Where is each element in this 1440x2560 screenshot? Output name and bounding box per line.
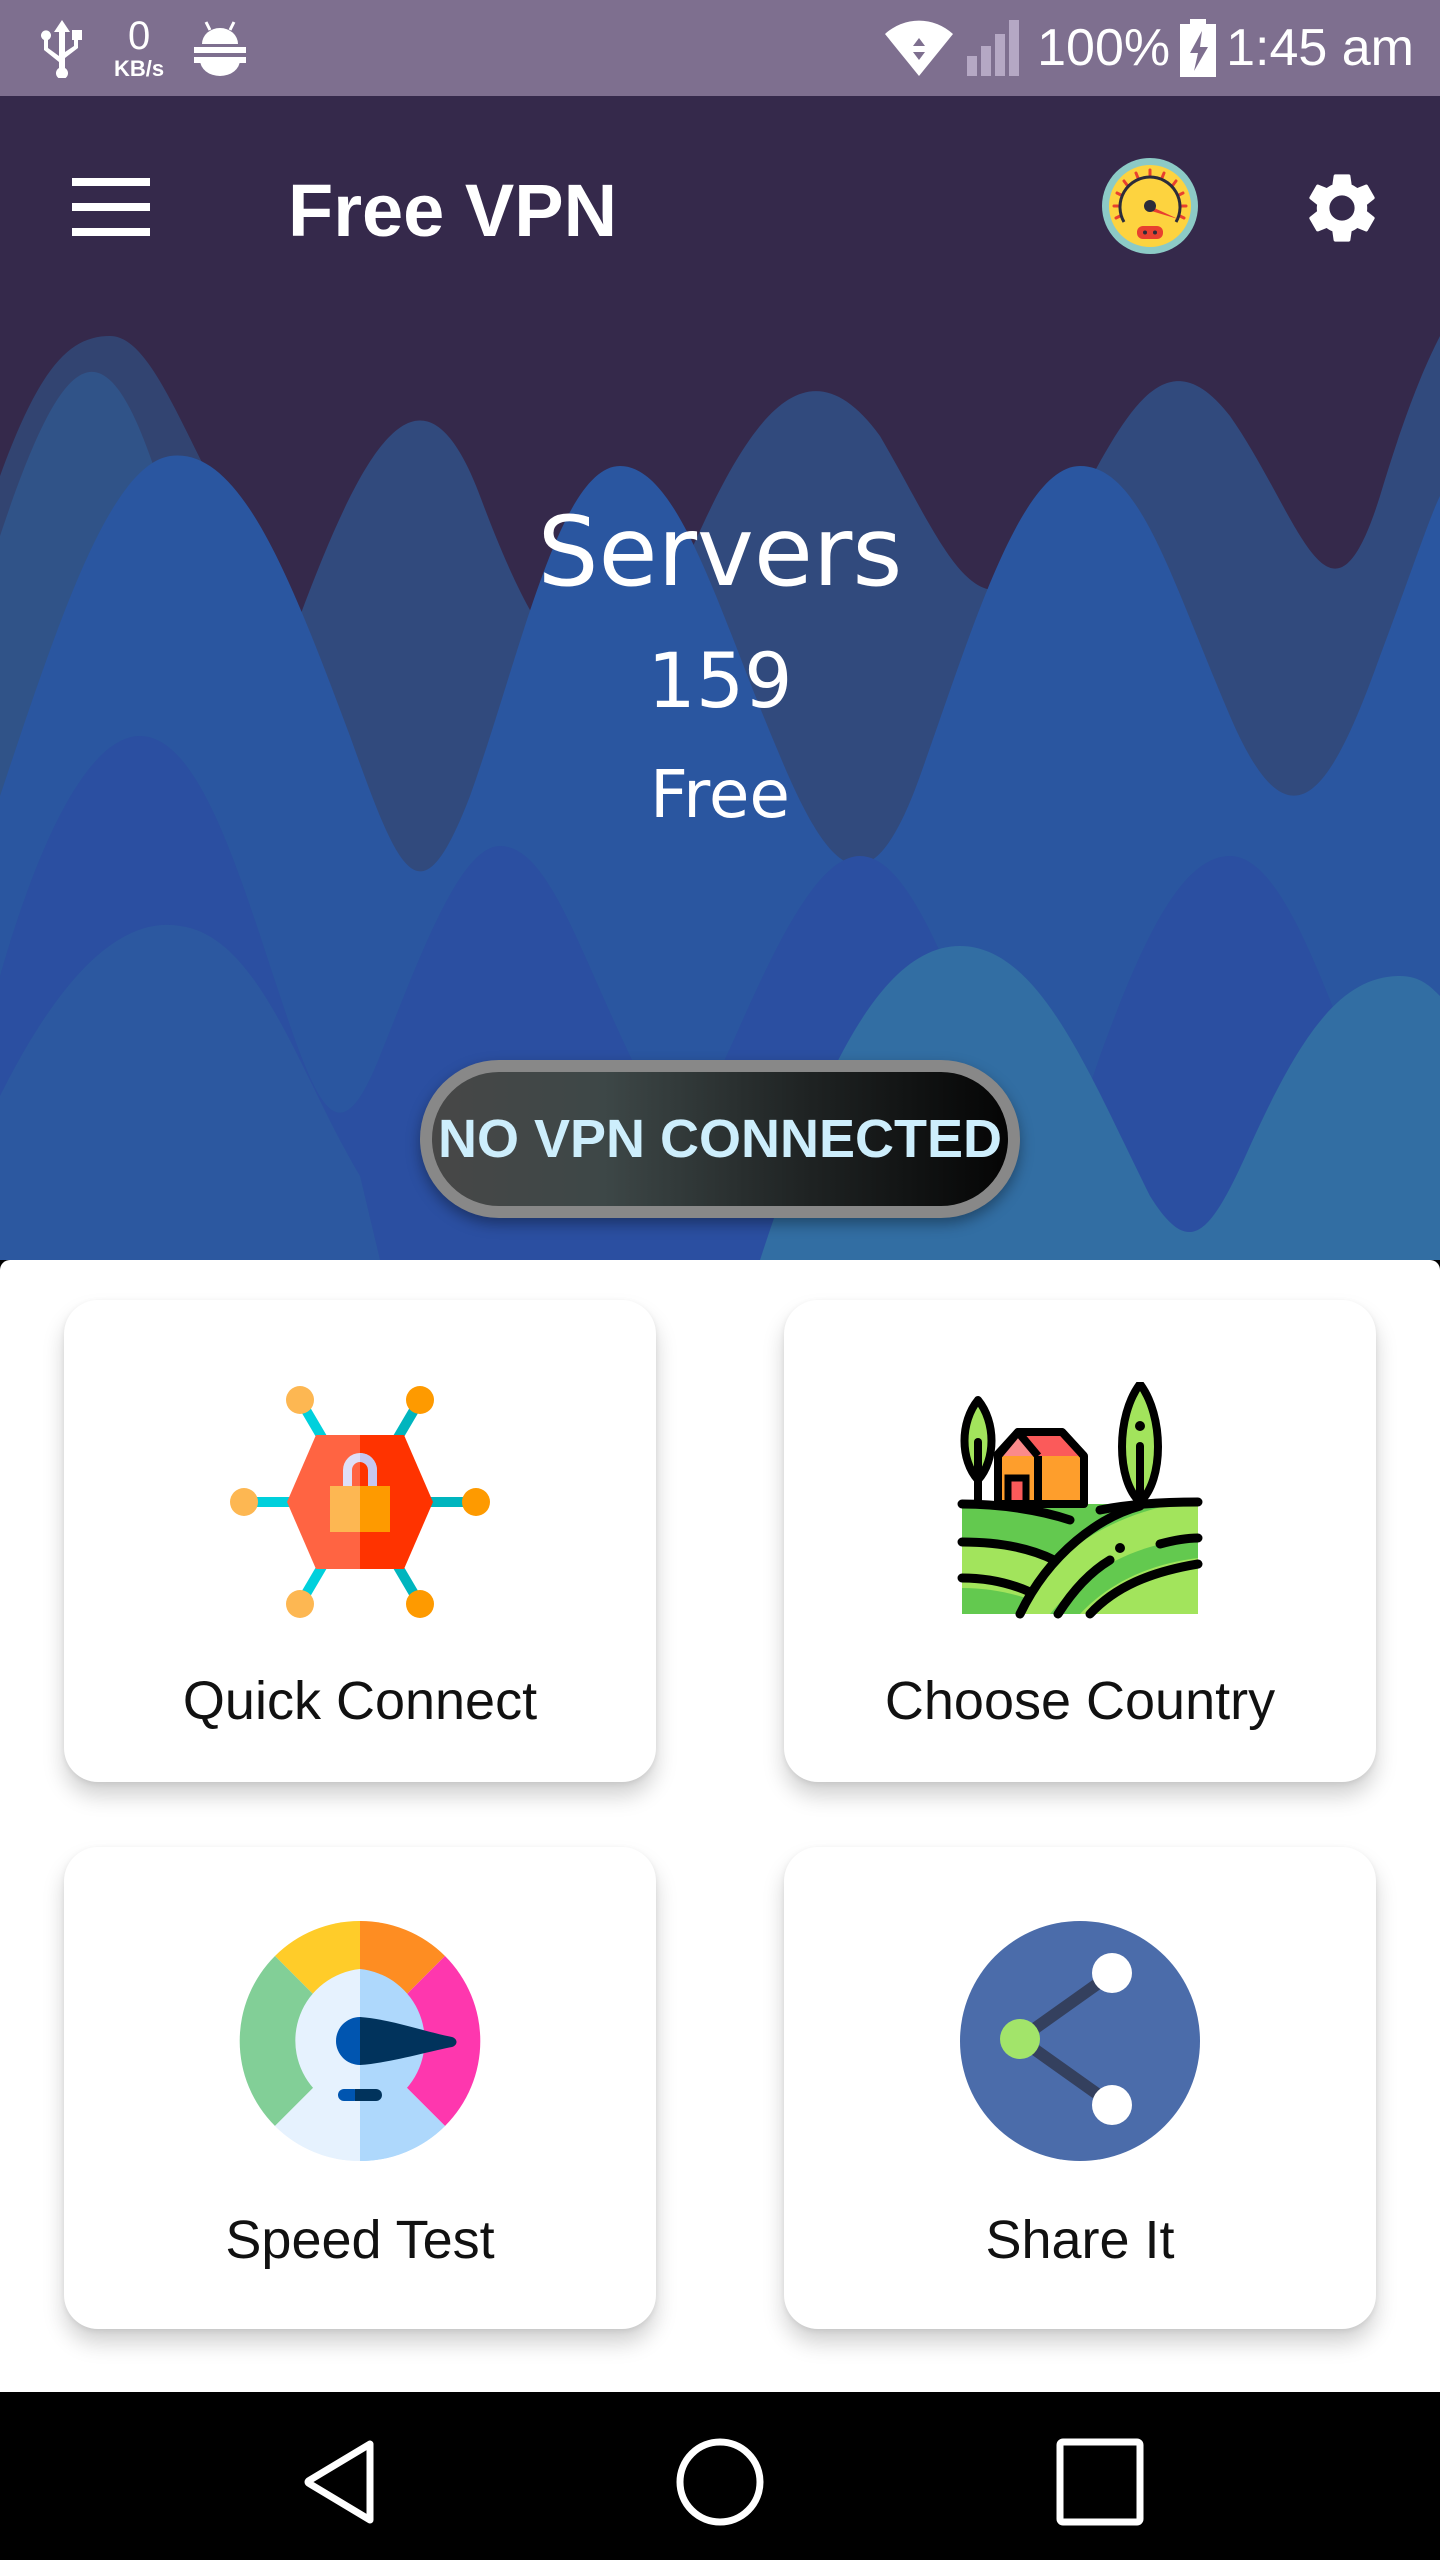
- home-icon: [676, 2438, 764, 2526]
- connection-status-pill: NO VPN CONNECTED: [432, 1072, 1008, 1206]
- quick-connect-card[interactable]: Quick Connect: [64, 1300, 656, 1782]
- clock: 1:45 am: [1226, 19, 1414, 77]
- hero-header: Free VPN Servers 159 Free NO VPN CONNECT…: [0, 96, 1440, 1260]
- battery-percent: 100%: [1037, 19, 1171, 77]
- usb-icon: [41, 20, 82, 78]
- speedometer-icon: [1102, 158, 1198, 254]
- settings-button[interactable]: [1300, 166, 1384, 250]
- speedometer-button[interactable]: [1100, 156, 1200, 256]
- back-icon: [304, 2440, 374, 2524]
- servers-tier: Free: [649, 756, 791, 833]
- speed-test-card[interactable]: Speed Test: [64, 1847, 656, 2329]
- gear-icon: [1309, 174, 1375, 242]
- signal-icon: [967, 20, 1020, 76]
- servers-count: 159: [647, 636, 793, 725]
- choose-country-card[interactable]: Choose Country: [784, 1300, 1376, 1782]
- connection-status-button[interactable]: NO VPN CONNECTED: [420, 1060, 1020, 1218]
- share-it-card[interactable]: Share It: [784, 1847, 1376, 2329]
- choose-country-label: Choose Country: [884, 1671, 1276, 1731]
- servers-label: Servers: [537, 496, 903, 608]
- share-it-label: Share It: [985, 2210, 1175, 2270]
- action-grid: Quick Connect Choose Country Speed Test …: [0, 1260, 1440, 2392]
- home-button[interactable]: [670, 2432, 770, 2532]
- app-bar: Free VPN: [0, 96, 1440, 320]
- battery-charging-icon: [1180, 19, 1217, 77]
- recents-icon: [1056, 2438, 1144, 2526]
- network-speed-unit: KB/s: [114, 56, 165, 81]
- status-bar: 0 KB/s 100% 1:45 am: [0, 0, 1440, 96]
- speed-test-label: Speed Test: [225, 2210, 495, 2270]
- wifi-icon: [885, 20, 954, 76]
- network-speed: 0 KB/s: [114, 16, 164, 80]
- share-icon: [960, 1921, 1200, 2161]
- connection-status-text: NO VPN CONNECTED: [437, 1109, 1003, 1169]
- app-title: Free VPN: [288, 169, 618, 252]
- hamburger-menu-icon: [72, 178, 150, 236]
- back-button[interactable]: [290, 2432, 390, 2532]
- menu-button[interactable]: [72, 178, 150, 238]
- network-speed-value: 0: [127, 14, 151, 58]
- network-lock-icon: [230, 1386, 490, 1618]
- speed-gauge-icon: [239, 1921, 481, 2161]
- recents-button[interactable]: [1050, 2432, 1150, 2532]
- android-debug-icon: [194, 21, 247, 76]
- countryside-icon: [957, 1382, 1203, 1619]
- quick-connect-label: Quick Connect: [182, 1671, 538, 1731]
- system-nav-bar: [0, 2392, 1440, 2560]
